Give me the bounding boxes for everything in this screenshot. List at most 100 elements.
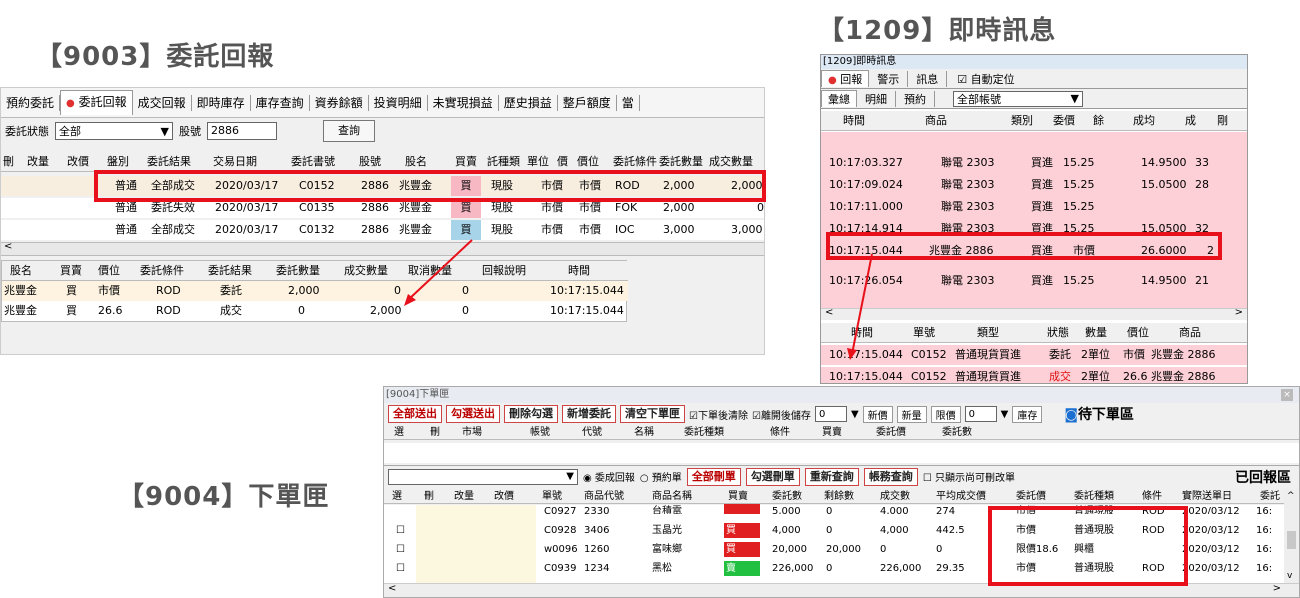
send-all-button[interactable]: 全部送出 xyxy=(388,405,442,423)
auto-position-checkbox[interactable]: ☑ 自動定位 xyxy=(947,71,1024,87)
tab-history[interactable]: 歷史損益 xyxy=(499,94,558,111)
tab-bar-2: 彙總 明細 預約 全部帳號 ▼ xyxy=(821,89,1247,109)
chevron-left-icon: < xyxy=(388,583,397,594)
h-scrollbar[interactable]: < xyxy=(1,241,764,256)
delete-checked-button[interactable]: 刪除勾選 xyxy=(504,405,558,423)
col-header: 買賣 xyxy=(455,155,477,168)
col-header: 委託條件 xyxy=(140,264,184,277)
col-header: 買賣 xyxy=(60,264,82,277)
stock-button[interactable]: 庫存 xyxy=(1012,405,1043,423)
radio-report[interactable]: ◉ 委成回報 xyxy=(583,469,635,484)
query-button[interactable]: 查詢 xyxy=(323,120,375,142)
col-header: 股號 xyxy=(359,155,381,168)
detail-row[interactable]: 10:17:15.044 C0152 普通現貨買進 委託 2單位 市價 兆豐金 2886 xyxy=(821,345,1247,365)
col-header: 盤別 xyxy=(107,155,129,168)
new-price-button[interactable]: 新價 xyxy=(862,405,893,423)
col-header: 刪 xyxy=(3,155,14,168)
status-select[interactable]: 全部 ▼ xyxy=(55,122,173,140)
dropdown-icon[interactable]: ▼ xyxy=(851,409,859,420)
grid-header: 時間 商品 類別 委價 餘 成均 成 剛 xyxy=(821,111,1247,131)
status-label: 委託狀態 xyxy=(5,125,49,138)
v-scrollbar[interactable]: ^ v xyxy=(1284,489,1299,583)
only-cancel-checkbox[interactable]: ☐ 只顯示尚可刪改單 xyxy=(923,469,1015,484)
message-row[interactable]: 10:17:09.024 聯電 2303 買進 15.25 15.0500 28 xyxy=(821,175,1247,195)
tab-detail[interactable]: 明細 xyxy=(857,90,896,107)
clear-after-checkbox[interactable]: ☑下單後清除 xyxy=(689,407,748,422)
save-on-exit-checkbox[interactable]: ☑離開後儲存 xyxy=(752,407,811,422)
account-select[interactable]: 全部帳號 ▼ xyxy=(953,90,1083,107)
delete-checked-button[interactable]: 勾選刪單 xyxy=(745,467,800,486)
tab-invest-detail[interactable]: 投資明細 xyxy=(369,94,428,111)
send-checked-button[interactable]: 勾選送出 xyxy=(446,405,500,423)
close-icon[interactable]: × xyxy=(1281,389,1293,401)
tab-live-stock[interactable]: 即時庫存 xyxy=(192,94,251,111)
col-header: 價位 xyxy=(577,155,599,168)
grid-header: 選刪改量 改價 單號 商品代號 商品名稱 買賣 委託數 剩餘數 成交數 平均成交價 委託價 委託種類條… xyxy=(384,489,1299,504)
requery-button[interactable]: 重新查詢 xyxy=(804,467,859,486)
arrow-1 xyxy=(404,239,473,306)
tab-report[interactable]: ● 回報 xyxy=(821,70,870,87)
window-title: [1209]即時訊息 xyxy=(821,55,1247,69)
message-row[interactable]: 10:17:03.327 聯電 2303 買進 15.25 14.9500 33 xyxy=(821,153,1247,173)
add-order-button[interactable]: 新增委託 xyxy=(562,405,616,423)
new-qty-button[interactable]: 新量 xyxy=(896,405,927,423)
tab-message[interactable]: 訊息 xyxy=(908,70,948,87)
detail-row[interactable]: 兆豐金買 26.6 ROD 成交 0 2,000 0 10:17:15.044 xyxy=(2,301,628,321)
chevron-right-icon: > xyxy=(1272,583,1281,594)
delete-all-button[interactable]: 全部刪單 xyxy=(686,467,741,486)
col-header: 委託條件 xyxy=(613,155,657,168)
radio-reserve[interactable]: ○ 預約單 xyxy=(640,469,682,484)
clear-box-button[interactable]: 清空下單匣 xyxy=(620,405,685,423)
checkbox[interactable]: ☐ xyxy=(396,523,405,538)
tab-reserve[interactable]: 預約委託 xyxy=(1,94,61,111)
tab-deal-report[interactable]: 成交回報 xyxy=(133,94,192,111)
col-header: 單號 xyxy=(913,326,935,339)
chevron-up-icon: ^ xyxy=(1287,491,1295,501)
checkbox[interactable]: ☐ xyxy=(396,561,405,576)
h-scrollbar[interactable]: < > xyxy=(821,307,1247,320)
chevron-down-icon: ▼ xyxy=(566,471,574,482)
tab-more[interactable]: 當 xyxy=(617,94,640,111)
message-row[interactable]: 10:17:11.000 聯電 2303 買進 15.25 xyxy=(821,197,1247,217)
tab-summary[interactable]: 彙總 xyxy=(821,90,857,107)
limit-select[interactable]: 0 xyxy=(964,406,997,422)
account-query-button[interactable]: 帳務查詢 xyxy=(863,467,918,486)
tab-margin[interactable]: 資券餘額 xyxy=(310,94,369,111)
col-header: 價位 xyxy=(1127,326,1149,339)
message-row[interactable]: 10:17:26.054聯電 2303買進15.2514.950021 xyxy=(821,271,1247,291)
tab-stock-query[interactable]: 庫存查詢 xyxy=(251,94,310,111)
stock-input[interactable]: 2886 xyxy=(207,122,277,140)
col-header: 改價 xyxy=(67,155,89,168)
dropdown-icon[interactable]: ▼ xyxy=(1001,409,1009,420)
buy-cell: 買 xyxy=(451,220,481,240)
highlight-box xyxy=(826,232,1222,260)
pending-list xyxy=(384,443,1299,463)
table-row[interactable]: 普通 全部成交 2020/03/17 C0132 2886 兆豐金 買 現股 市價 市價 IOC… xyxy=(1,220,764,240)
col-header: 成交數量 xyxy=(709,155,753,168)
col-header: 狀態 xyxy=(1047,326,1069,339)
tab-reserve[interactable]: 預約 xyxy=(896,90,935,107)
col-header: 餘 xyxy=(1093,114,1104,127)
tab-order-report[interactable]: ● 委託回報 xyxy=(60,90,133,115)
title-1209: 【1209】即時訊息 xyxy=(818,16,1057,46)
chevron-down-icon: ▼ xyxy=(160,124,169,138)
tab-bar: ● 回報 警示 訊息 ☑ 自動定位 xyxy=(821,69,1247,89)
col-header: 股名 xyxy=(405,155,427,168)
save-select[interactable]: 0 xyxy=(814,406,847,422)
tab-alert[interactable]: 警示 xyxy=(869,70,909,87)
tab-unrealized[interactable]: 未實現損益 xyxy=(428,94,499,111)
filter-bar: 委託狀態 全部 ▼ 股號 2886 查詢 xyxy=(1,118,764,144)
limit-button[interactable]: 限價 xyxy=(930,405,961,423)
col-header: 委託數量 xyxy=(276,264,320,277)
title-9004: 【9004】下單匣 xyxy=(118,482,330,512)
col-header: 類別 xyxy=(1011,114,1033,127)
chevron-right-icon: > xyxy=(1234,307,1243,318)
chevron-left-icon[interactable]: < xyxy=(4,241,12,252)
title-9003: 【9003】委託回報 xyxy=(36,42,275,72)
detail-row[interactable]: 兆豐金買市價 ROD 委託 2,000 0 0 10:17:15.044 xyxy=(2,281,628,301)
reported-toolbar: ▼ ◉ 委成回報 ○ 預約單 全部刪單 勾選刪單 重新查詢 帳務查詢 ☐ 只顯示… xyxy=(384,465,1299,487)
detail-row[interactable]: 10:17:15.044 C0152 普通現貨買進 成交 2單位 26.6 兆豐金 2886 xyxy=(821,367,1247,383)
account-select[interactable]: ▼ xyxy=(388,468,578,485)
checkbox[interactable]: ☐ xyxy=(396,542,405,557)
tab-quota[interactable]: 整戶額度 xyxy=(558,94,617,111)
